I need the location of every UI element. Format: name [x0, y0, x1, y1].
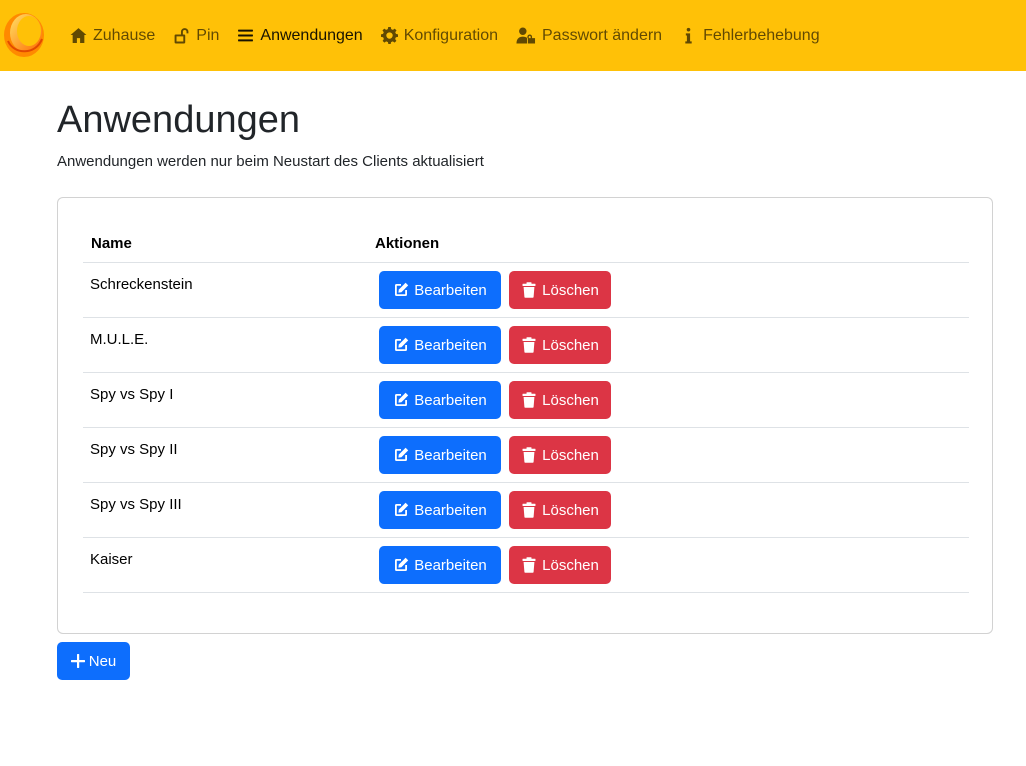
- nav-item-label: Pin: [196, 26, 220, 44]
- edit-button-label: Bearbeiten: [414, 281, 487, 299]
- nav-item-zuhause[interactable]: Zuhause: [70, 27, 155, 45]
- edit-button[interactable]: Bearbeiten: [379, 326, 501, 364]
- plus-icon: [70, 654, 85, 668]
- edit-icon: [395, 447, 409, 461]
- navbar: Zuhause Pin Anwendungen Konfiguration Pa…: [0, 0, 1026, 71]
- app-name: M.U.L.E.: [90, 331, 149, 348]
- trash-icon: [522, 337, 536, 353]
- edit-button[interactable]: Bearbeiten: [379, 271, 501, 309]
- nav-item-fehlerbehebung[interactable]: Fehlerbehebung: [680, 27, 820, 45]
- edit-button-label: Bearbeiten: [414, 501, 487, 519]
- edit-icon: [395, 502, 409, 516]
- logo-icon[interactable]: [2, 11, 46, 59]
- info-icon: [685, 27, 692, 44]
- app-name: Spy vs Spy III: [90, 496, 182, 513]
- list-icon: [238, 29, 254, 42]
- page-subtitle: Anwendungen werden nur beim Neustart des…: [57, 153, 484, 170]
- trash-icon: [522, 447, 536, 463]
- nav-item-pin[interactable]: Pin: [173, 27, 219, 45]
- edit-button[interactable]: Bearbeiten: [379, 436, 501, 474]
- delete-button[interactable]: Löschen: [509, 436, 611, 474]
- delete-button-label: Löschen: [542, 391, 599, 409]
- app-name: Spy vs Spy II: [90, 441, 178, 458]
- table-body: Schreckenstein Bearbeiten Löschen M.U.L.E. B…: [83, 263, 969, 593]
- table-row: Schreckenstein Bearbeiten Löschen: [83, 263, 969, 318]
- new-button-label: Neu: [88, 652, 117, 670]
- delete-button[interactable]: Löschen: [509, 546, 611, 584]
- page-title: Anwendungen: [57, 99, 300, 141]
- nav-item-anwendungen[interactable]: Anwendungen: [237, 26, 363, 45]
- edit-icon: [395, 557, 409, 571]
- trash-icon: [522, 557, 536, 573]
- edit-icon: [395, 337, 409, 351]
- delete-button-label: Löschen: [542, 281, 599, 299]
- applications-card: Name Aktionen Schreckenstein Bearbeiten Lö…: [57, 197, 993, 634]
- edit-button-label: Bearbeiten: [414, 336, 487, 354]
- edit-button-label: Bearbeiten: [414, 391, 487, 409]
- delete-button[interactable]: Löschen: [509, 491, 611, 529]
- column-header-name: Name: [91, 235, 132, 252]
- table-row: Spy vs Spy II Bearbeiten Löschen: [83, 428, 969, 483]
- table-header: Name Aktionen: [83, 223, 969, 263]
- user-lock-icon: [516, 27, 536, 44]
- delete-button[interactable]: Löschen: [509, 381, 611, 419]
- nav-item-label: Konfiguration: [403, 26, 498, 44]
- table-row: Spy vs Spy III Bearbeiten Löschen: [83, 483, 969, 538]
- unlock-icon: [174, 28, 189, 44]
- app-name: Kaiser: [90, 551, 133, 568]
- trash-icon: [522, 392, 536, 408]
- trash-icon: [522, 282, 536, 298]
- trash-icon: [522, 502, 536, 518]
- delete-button-label: Löschen: [542, 501, 599, 519]
- nav-item-passwort-aendern[interactable]: Passwort ändern: [516, 27, 662, 45]
- delete-button-label: Löschen: [542, 446, 599, 464]
- edit-button-label: Bearbeiten: [414, 556, 487, 574]
- home-icon: [70, 28, 87, 43]
- nav-item-konfiguration[interactable]: Konfiguration: [380, 26, 498, 45]
- new-button[interactable]: Neu: [57, 642, 130, 680]
- table-row: Kaiser Bearbeiten Löschen: [83, 538, 969, 593]
- nav-menu: Zuhause Pin Anwendungen Konfiguration Pa…: [70, 0, 838, 71]
- delete-button[interactable]: Löschen: [509, 271, 611, 309]
- table-row: Spy vs Spy I Bearbeiten Löschen: [83, 373, 969, 428]
- nav-item-label: Passwort ändern: [542, 26, 663, 44]
- edit-button[interactable]: Bearbeiten: [379, 546, 501, 584]
- edit-button[interactable]: Bearbeiten: [379, 491, 501, 529]
- nav-item-label: Anwendungen: [260, 26, 363, 44]
- applications-table: Name Aktionen Schreckenstein Bearbeiten Lö…: [83, 223, 969, 593]
- edit-button[interactable]: Bearbeiten: [379, 381, 501, 419]
- nav-item-label: Zuhause: [93, 26, 156, 44]
- edit-icon: [395, 282, 409, 296]
- nav-item-label: Fehlerbehebung: [703, 26, 820, 44]
- delete-button-label: Löschen: [542, 336, 599, 354]
- app-name: Spy vs Spy I: [90, 386, 174, 403]
- delete-button-label: Löschen: [542, 556, 599, 574]
- edit-icon: [395, 392, 409, 406]
- app-name: Schreckenstein: [90, 276, 193, 293]
- delete-button[interactable]: Löschen: [509, 326, 611, 364]
- gear-icon: [380, 27, 398, 44]
- edit-button-label: Bearbeiten: [414, 446, 487, 464]
- table-row: M.U.L.E. Bearbeiten Löschen: [83, 318, 969, 373]
- column-header-actions: Aktionen: [375, 235, 440, 252]
